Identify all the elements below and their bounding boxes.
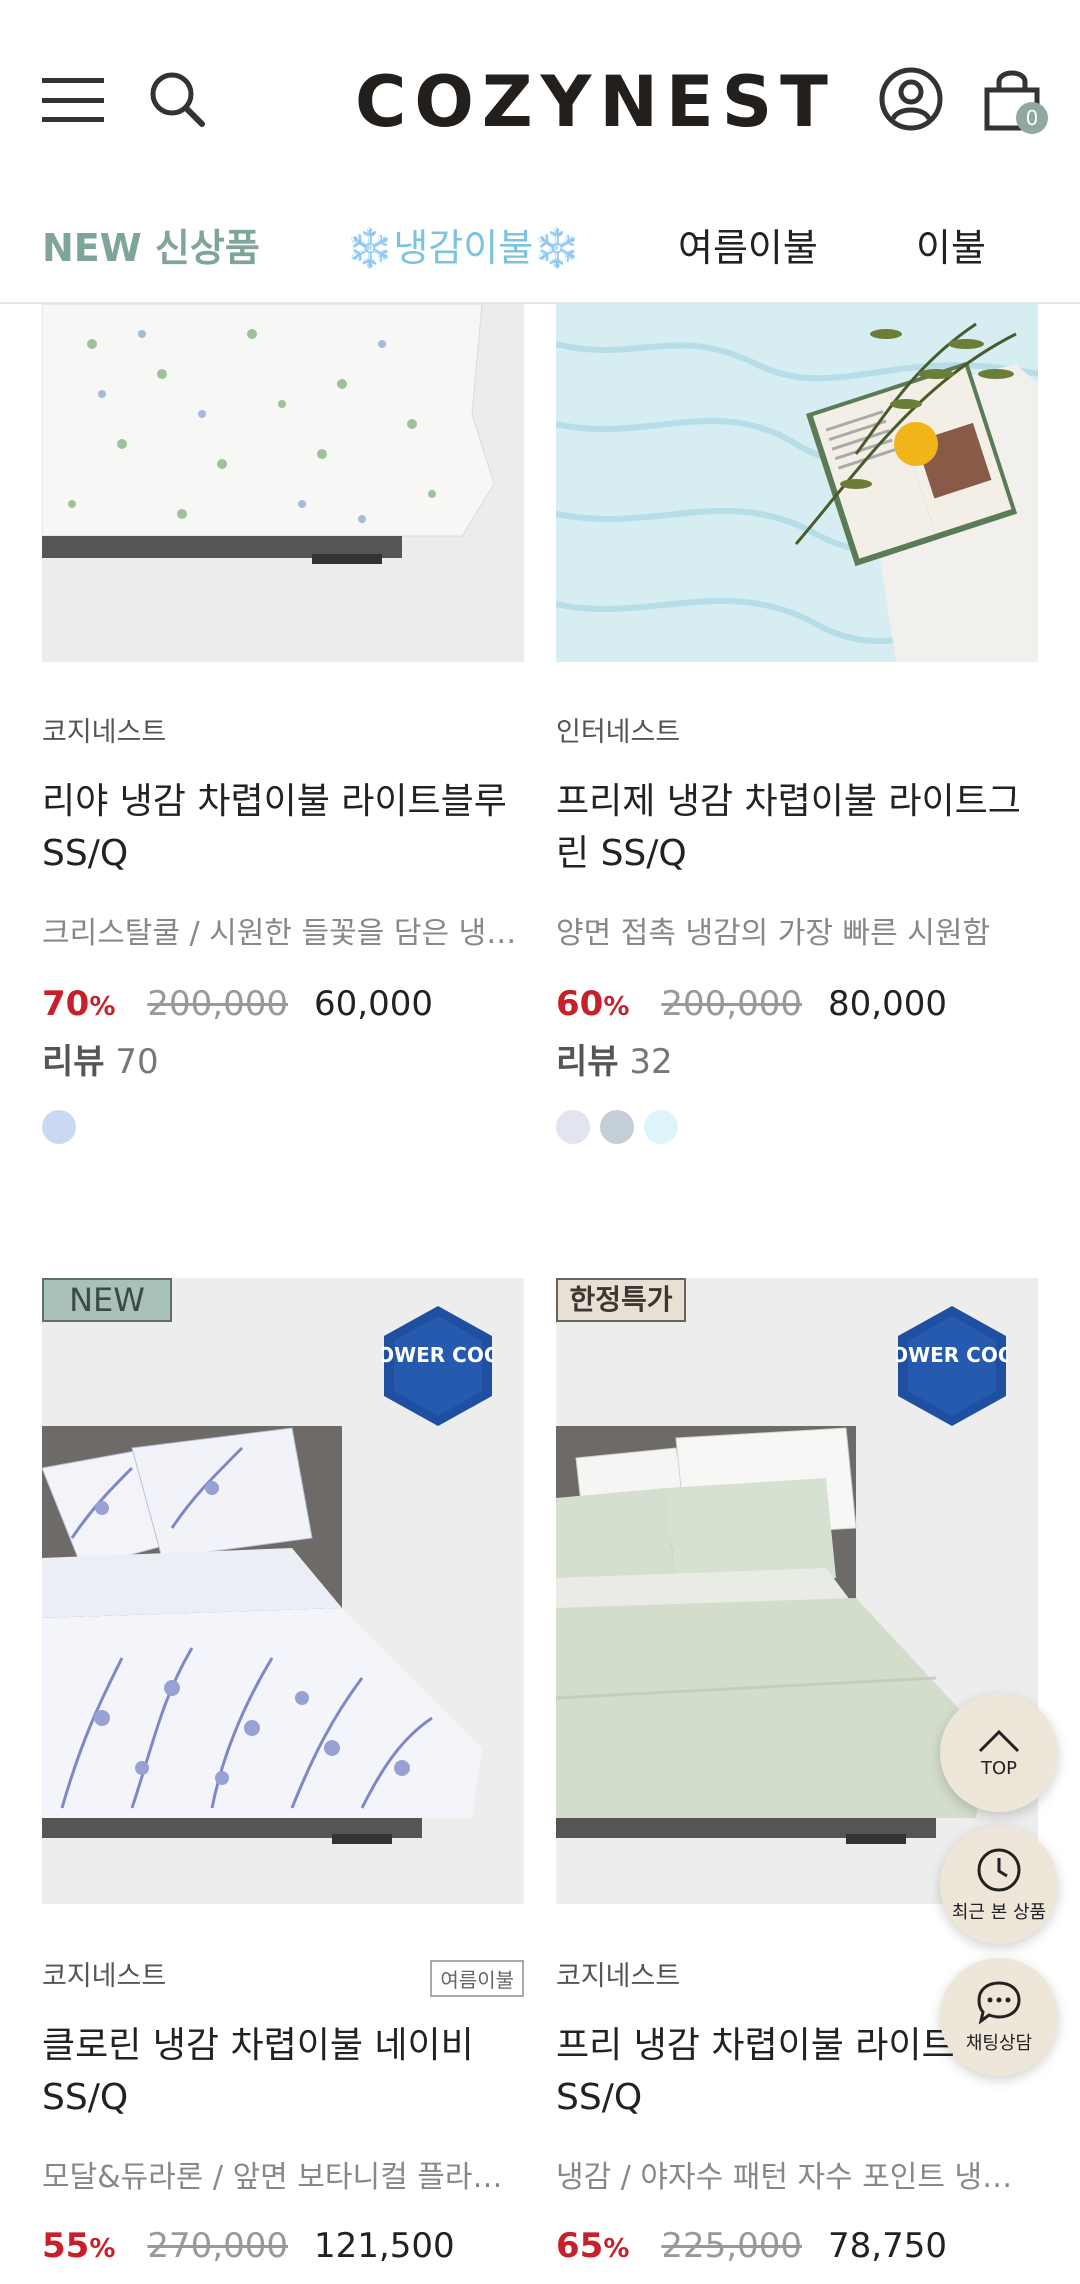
product-description: 크리스탈쿨 / 시원한 들꽃을 담은 냉감 차렵이불 (42, 916, 524, 951)
tab-cooling-blanket[interactable]: ❄️냉감이불❄️ (346, 218, 580, 278)
sale-price: 80,000 (828, 984, 947, 1024)
original-price: 270,000 (147, 2226, 288, 2266)
brand-logo[interactable]: COZYNEST (355, 62, 828, 142)
new-badge: NEW (42, 1278, 172, 1322)
review-count: 리뷰 70 (42, 1042, 159, 1082)
power-cool-badge-icon: POWER COOL (382, 1306, 494, 1426)
sale-price: 60,000 (314, 984, 433, 1024)
product-description: 모달&듀라론 / 앞면 보타니컬 플라워 냉감 차렵이불 (42, 2160, 524, 2195)
original-price: 200,000 (147, 984, 288, 1024)
category-tabs: NEW 신상품 ❄️냉감이불❄️ 여름이불 이불 (0, 200, 1080, 304)
product-price-row: 60% 200,000 80,000 (556, 984, 1038, 1034)
scroll-top-button[interactable]: TOP (940, 1694, 1058, 1812)
power-cool-text-power: POWER COOL (382, 1343, 494, 1367)
menu-button[interactable] (38, 70, 108, 130)
recently-viewed-label: 최근 본 상품 (951, 1902, 1047, 1923)
tab-blanket[interactable]: 이불 (916, 218, 986, 278)
search-button[interactable] (146, 66, 208, 132)
power-cool-text-power: POWER COOL (896, 1343, 1008, 1367)
chat-consult-label: 채팅상담 (965, 2033, 1033, 2054)
discount-rate: 65% (556, 2226, 630, 2266)
original-price: 225,000 (661, 2226, 802, 2266)
discount-rate: 60% (556, 984, 630, 1024)
clock-icon (977, 1848, 1021, 1892)
product-name[interactable]: 클로린 냉감 차렵이불 네이비 SS/Q (42, 2020, 524, 2124)
sale-price: 121,500 (314, 2226, 455, 2266)
product-price-row: 55% 270,000 121,500 (42, 2226, 524, 2276)
power-cool-badge-icon: POWER COOL (896, 1306, 1008, 1426)
color-swatch[interactable] (644, 1110, 678, 1144)
user-icon (879, 67, 943, 131)
cart-button[interactable]: 0 (972, 60, 1052, 140)
product-brand: 코지네스트 (556, 1961, 681, 1992)
product-card[interactable]: 인터네스트 프리제 냉감 차렵이불 라이트그린 SS/Q 양면 접촉 냉감의 가… (556, 304, 1038, 1164)
product-image[interactable]: NEW POWER COOL (42, 1278, 524, 1904)
product-name[interactable]: 리야 냉감 차렵이불 라이트블루 SS/Q (42, 776, 524, 880)
chat-bubble-icon (977, 1981, 1021, 2025)
product-card[interactable]: 코지네스트 리야 냉감 차렵이불 라이트블루 SS/Q 크리스탈쿨 / 시원한 … (42, 304, 524, 1164)
discount-rate: 55% (42, 2226, 116, 2266)
product-brand: 코지네스트 (42, 1961, 167, 1992)
chevron-up-icon (978, 1729, 1020, 1752)
product-brand: 코지네스트 (42, 717, 167, 748)
product-image[interactable] (556, 304, 1038, 662)
product-price-row: 65% 225,000 78,750 (556, 2226, 1038, 2276)
scroll-top-label: TOP (980, 1757, 1018, 1779)
color-swatch[interactable] (556, 1110, 590, 1144)
product-description: 냉감 / 야자수 패턴 자수 포인트 냉감 차렵이불 (556, 2160, 1038, 2195)
chat-consult-button[interactable]: 채팅상담 (940, 1958, 1058, 2076)
search-icon (150, 72, 205, 127)
tab-summer-blanket[interactable]: 여름이불 (678, 218, 818, 278)
product-description: 양면 접촉 냉감의 가장 빠른 시원함 (556, 916, 991, 951)
product-image[interactable]: 한정특가 POWER COOL (556, 1278, 1038, 1904)
app-header: COZYNEST 0 (0, 0, 1080, 200)
color-swatches (42, 1110, 76, 1144)
product-image[interactable] (42, 304, 524, 662)
sale-price: 78,750 (828, 2226, 947, 2266)
cart-count-badge: 0 (1016, 102, 1048, 134)
color-swatch[interactable] (42, 1110, 76, 1144)
discount-rate: 70% (42, 984, 116, 1024)
product-card[interactable]: NEW POWER COOL 코지네스트 여름이불 클로린 냉감 차렵이불 네이… (42, 1278, 524, 2284)
account-button[interactable] (876, 64, 946, 134)
review-count: 리뷰 32 (556, 1042, 673, 1082)
recently-viewed-button[interactable]: 최근 본 상품 (940, 1826, 1058, 1944)
hamburger-icon (42, 78, 104, 122)
product-name[interactable]: 프리제 냉감 차렵이불 라이트그린 SS/Q (556, 776, 1038, 880)
limited-offer-badge: 한정특가 (556, 1278, 686, 1322)
color-swatch[interactable] (600, 1110, 634, 1144)
product-price-row: 70% 200,000 60,000 (42, 984, 524, 1034)
product-brand: 인터네스트 (556, 717, 681, 748)
tab-new-arrivals[interactable]: NEW 신상품 (42, 218, 260, 278)
original-price: 200,000 (661, 984, 802, 1024)
color-swatches (556, 1110, 678, 1144)
category-tag: 여름이불 (430, 1960, 524, 1997)
